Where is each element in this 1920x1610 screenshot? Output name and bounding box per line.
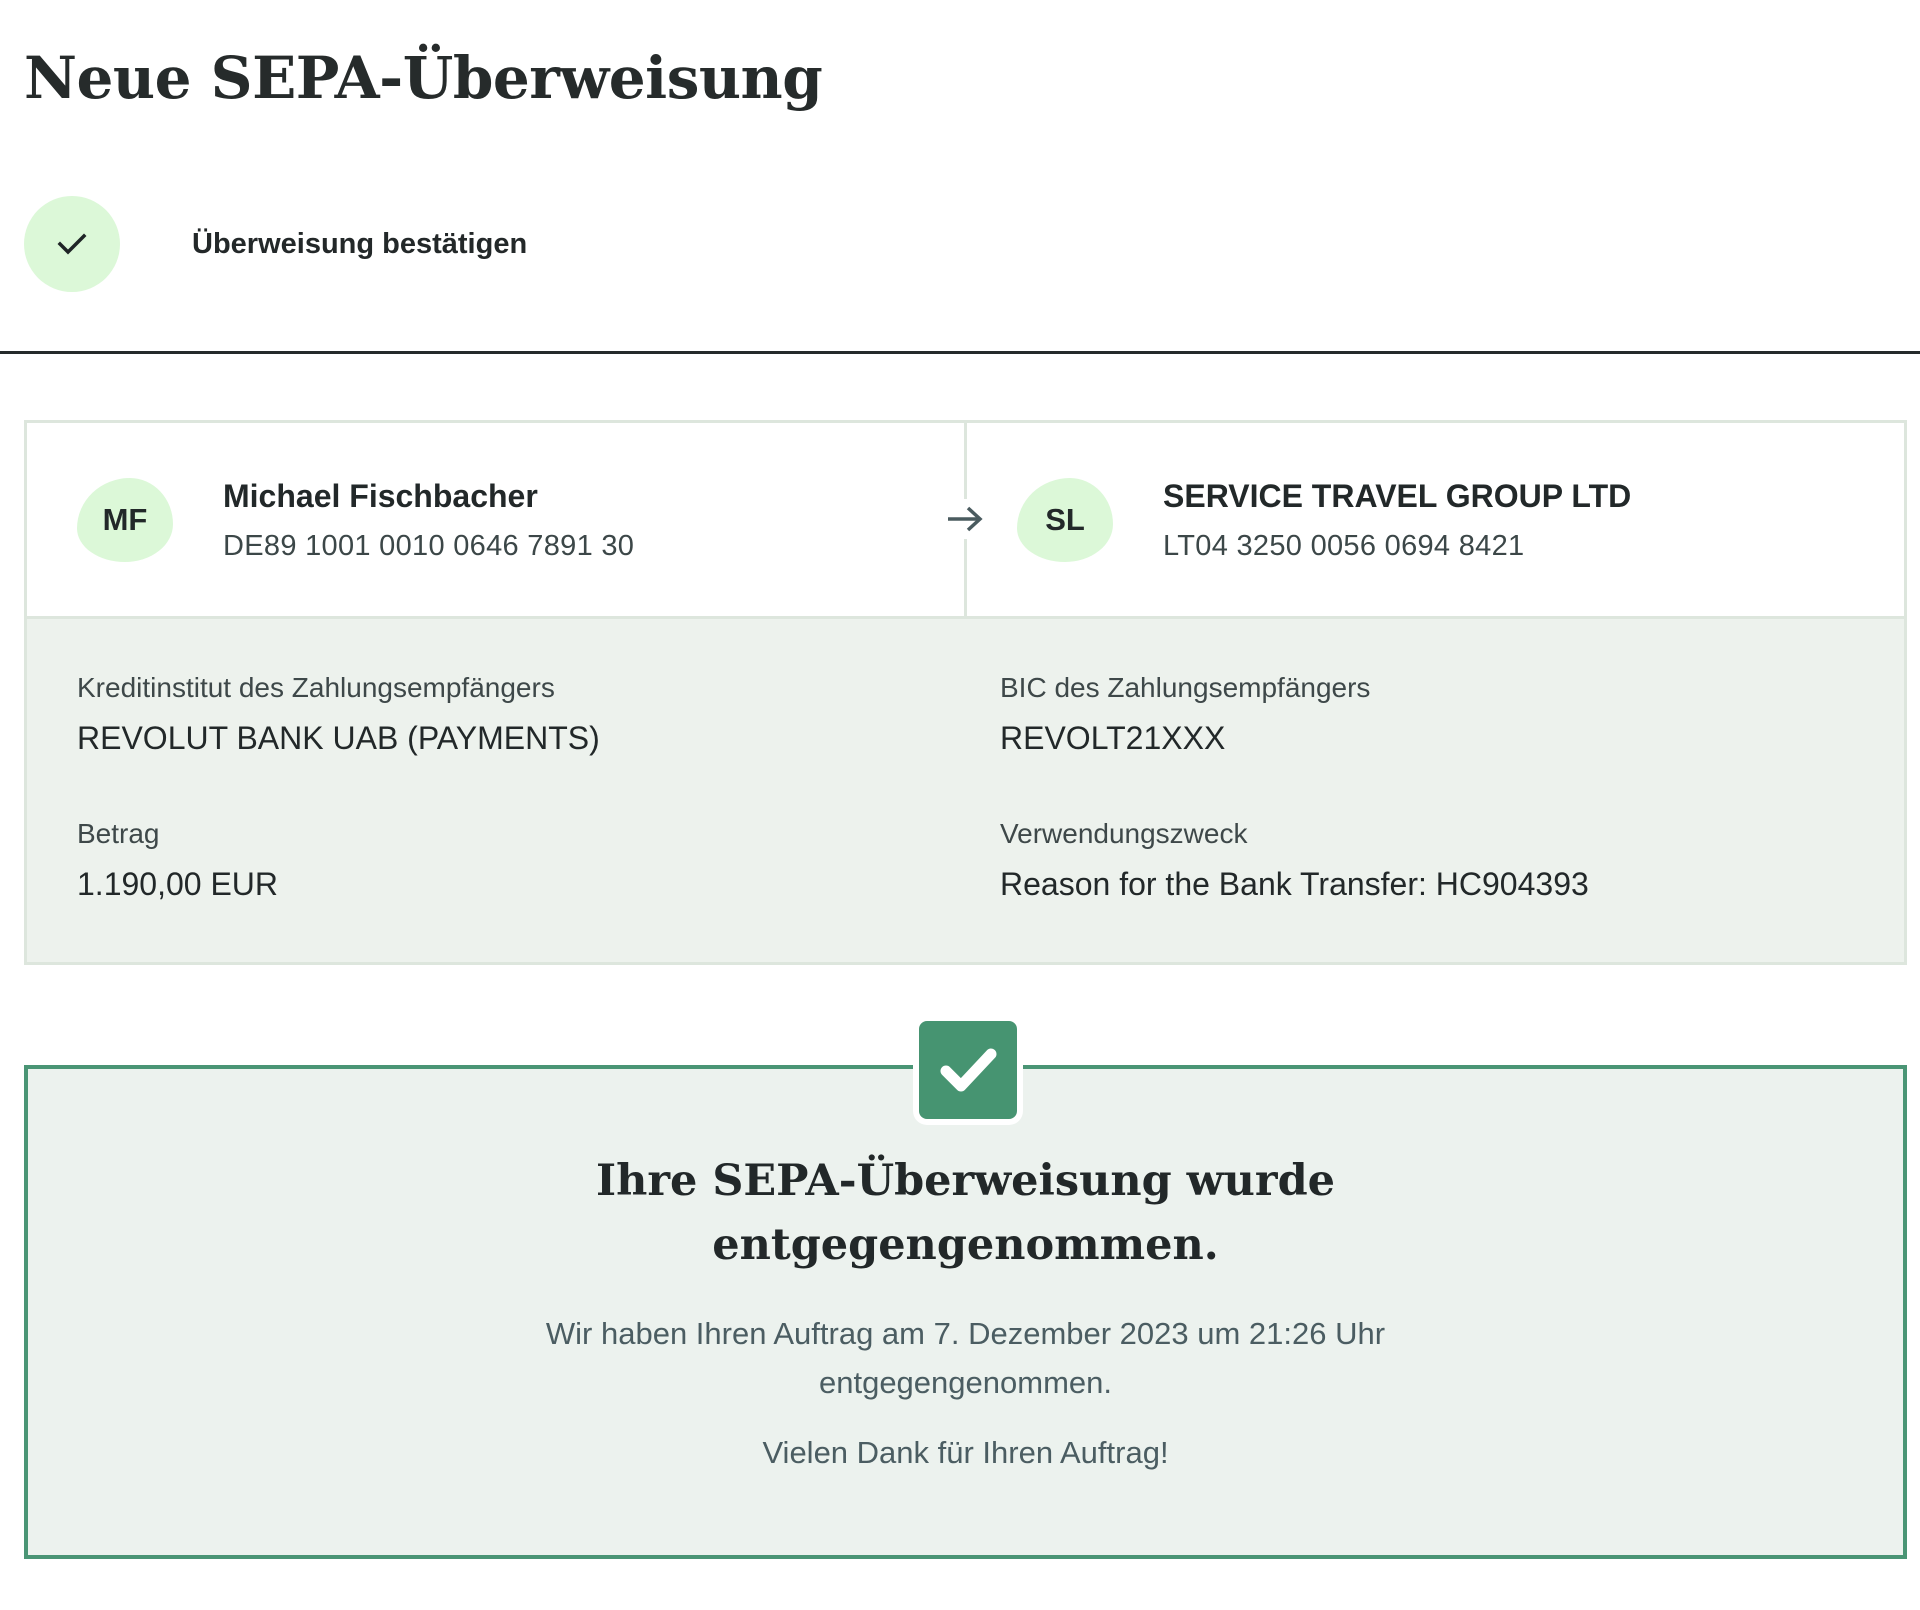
bic-label: BIC des Zahlungsempfängers	[1000, 672, 1371, 703]
success-message-box: Ihre SEPA-Überweisung wurde entgegengeno…	[24, 1021, 1907, 1559]
arrow-right-icon	[943, 499, 987, 539]
sender-account: MF Michael Fischbacher DE89 1001 0010 06…	[27, 423, 964, 616]
transfer-details: Kreditinstitut des Zahlungsempfängers RE…	[27, 619, 1904, 961]
success-message-line-1: Wir haben Ihren Auftrag am 7. Dezember 2…	[545, 1316, 1386, 1351]
progress-step: Überweisung bestätigen	[24, 196, 527, 292]
success-title-line-2: entgegengenommen.	[712, 1220, 1219, 1270]
purpose-label: Verwendungszweck	[1000, 818, 1248, 849]
amount-value: 1.190,00 EUR	[77, 866, 279, 902]
page-title: Neue SEPA-Überweisung	[24, 44, 823, 112]
sender-info: Michael Fischbacher DE89 1001 0010 0646 …	[223, 474, 634, 566]
purpose-detail: Verwendungszweck Reason for the Bank Tra…	[1000, 815, 1904, 961]
success-title: Ihre SEPA-Überweisung wurde entgegengeno…	[28, 1149, 1903, 1277]
sender-iban: DE89 1001 0010 0646 7891 30	[223, 529, 635, 562]
recipient-iban: LT04 3250 0056 0694 8421	[1163, 529, 1525, 562]
success-message: Wir haben Ihren Auftrag am 7. Dezember 2…	[28, 1309, 1903, 1407]
recipient-avatar: SL	[1017, 477, 1113, 562]
recipient-account: SL SERVICE TRAVEL GROUP LTD LT04 3250 00…	[943, 423, 1904, 616]
step-label: Überweisung bestätigen	[192, 227, 528, 260]
checkmark-badge-icon	[919, 1021, 1017, 1119]
bic-value: REVOLT21XXX	[1000, 720, 1226, 756]
bank-detail: Kreditinstitut des Zahlungsempfängers RE…	[77, 669, 1000, 815]
recipient-name: SERVICE TRAVEL GROUP LTD	[1163, 477, 1632, 514]
transfer-parties: MF Michael Fischbacher DE89 1001 0010 06…	[27, 423, 1904, 619]
section-divider	[0, 351, 1920, 354]
purpose-value: Reason for the Bank Transfer: HC904393	[1000, 866, 1589, 902]
transfer-summary-card: MF Michael Fischbacher DE89 1001 0010 06…	[24, 420, 1907, 965]
amount-label: Betrag	[77, 818, 160, 849]
success-thanks: Vielen Dank für Ihren Auftrag!	[762, 1435, 1169, 1470]
bank-label: Kreditinstitut des Zahlungsempfängers	[77, 672, 555, 703]
bic-detail: BIC des Zahlungsempfängers REVOLT21XXX	[1000, 669, 1904, 815]
step-indicator	[24, 196, 120, 292]
recipient-info: SERVICE TRAVEL GROUP LTD LT04 3250 0056 …	[1163, 474, 1631, 566]
bank-value: REVOLUT BANK UAB (PAYMENTS)	[77, 720, 600, 756]
success-title-line-1: Ihre SEPA-Überweisung wurde	[595, 1156, 1336, 1206]
sender-name: Michael Fischbacher	[223, 477, 538, 514]
success-message-line-2: entgegengenommen.	[818, 1365, 1112, 1400]
sender-avatar: MF	[77, 477, 173, 562]
checkmark-icon	[57, 233, 87, 255]
amount-detail: Betrag 1.190,00 EUR	[77, 815, 1000, 961]
